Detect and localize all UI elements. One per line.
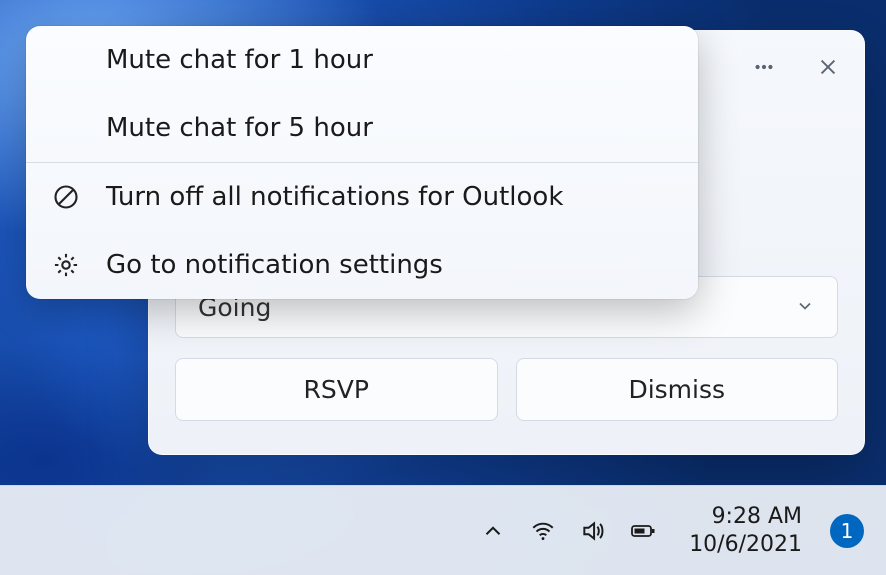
battery-icon [630,518,656,544]
notification-actions: RSVP Dismiss [175,358,838,421]
clock-time: 9:28 AM [689,503,802,531]
close-button[interactable] [814,53,842,81]
wifi-icon [530,518,556,544]
dismiss-button-label: Dismiss [628,375,725,404]
rsvp-button[interactable]: RSVP [175,358,498,421]
speaker-icon [580,518,606,544]
badge-count: 1 [841,519,854,543]
menu-mute-1-hour[interactable]: Mute chat for 1 hour [26,26,698,94]
gear-icon [50,249,82,281]
close-icon [817,56,839,78]
volume-button[interactable] [579,517,607,545]
notification-count-badge[interactable]: 1 [830,514,864,548]
battery-button[interactable] [629,517,657,545]
taskbar: 9:28 AM 10/6/2021 1 [0,485,886,575]
wifi-button[interactable] [529,517,557,545]
taskbar-clock[interactable]: 9:28 AM 10/6/2021 [689,503,802,558]
clock-date: 10/6/2021 [689,531,802,559]
notification-context-menu: Mute chat for 1 hour Mute chat for 5 hou… [26,26,698,299]
notification-header [750,53,842,81]
system-tray: 9:28 AM 10/6/2021 1 [479,503,864,558]
chevron-up-icon [480,518,506,544]
rsvp-button-label: RSVP [304,375,369,404]
menu-label: Turn off all notifications for Outlook [106,182,563,212]
menu-turn-off-notifications[interactable]: Turn off all notifications for Outlook [26,163,698,231]
dismiss-button[interactable]: Dismiss [516,358,839,421]
tray-overflow-button[interactable] [479,517,507,545]
more-options-button[interactable] [750,53,778,81]
menu-label: Mute chat for 1 hour [106,45,373,75]
ellipsis-icon [753,56,775,78]
menu-icon-placeholder [50,112,82,144]
menu-label: Mute chat for 5 hour [106,113,373,143]
menu-mute-5-hour[interactable]: Mute chat for 5 hour [26,94,698,162]
menu-icon-placeholder [50,44,82,76]
prohibit-icon [50,181,82,213]
menu-notification-settings[interactable]: Go to notification settings [26,231,698,299]
chevron-down-icon [795,293,815,322]
menu-label: Go to notification settings [106,250,443,280]
